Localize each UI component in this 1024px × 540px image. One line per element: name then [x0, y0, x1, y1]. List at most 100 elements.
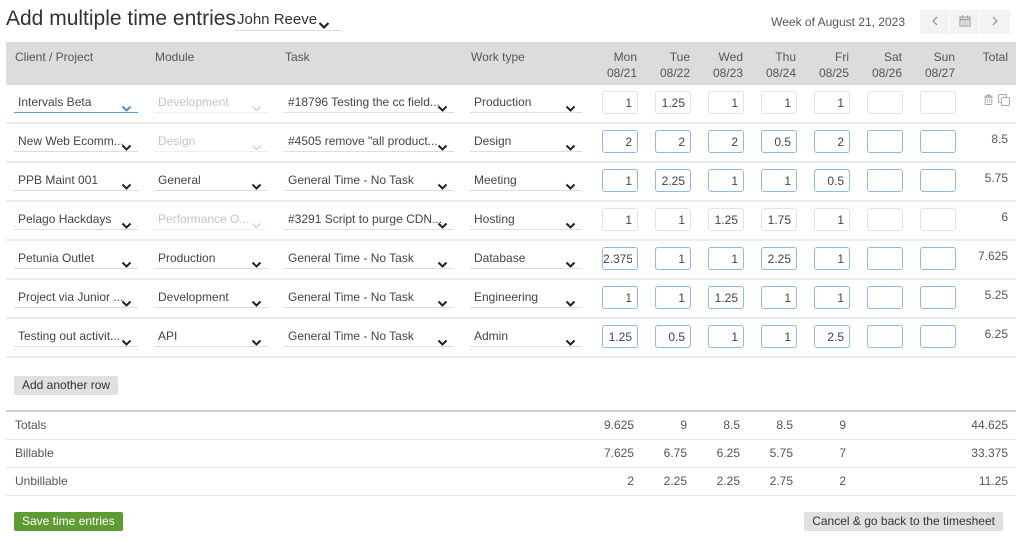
- hours-input-sun[interactable]: [920, 247, 956, 270]
- hours-input-tue[interactable]: [655, 169, 691, 192]
- save-time-entries-button[interactable]: Save time entries: [14, 512, 123, 531]
- hours-input-wed[interactable]: [708, 325, 744, 348]
- hours-input-tue[interactable]: [655, 247, 691, 270]
- client-project-select[interactable]: Pelago Hackdays: [14, 208, 138, 230]
- task-select[interactable]: General Time - No Task: [284, 169, 454, 191]
- work-type-value: Hosting: [474, 212, 515, 226]
- summary-day-value: [908, 440, 961, 467]
- task-select[interactable]: General Time - No Task: [284, 325, 454, 347]
- hours-cell: [802, 124, 855, 161]
- module-select[interactable]: General: [154, 169, 268, 191]
- day-name: Wed: [718, 50, 743, 64]
- hours-input-sun[interactable]: [920, 325, 956, 348]
- hours-input-tue[interactable]: [655, 91, 691, 114]
- hours-input-fri[interactable]: [814, 91, 850, 114]
- task-select[interactable]: General Time - No Task: [284, 286, 454, 308]
- hours-input-tue[interactable]: [655, 286, 691, 309]
- hours-input-sat[interactable]: [867, 325, 903, 348]
- trash-icon[interactable]: [984, 94, 993, 106]
- client-project-cell: Testing out activit...: [6, 319, 146, 356]
- hours-input-mon[interactable]: [602, 130, 638, 153]
- task-select[interactable]: #18796 Testing the cc field...: [284, 91, 454, 113]
- summary-row-totals: Totals 9.625 9 8.5 8.5 9 44.625: [6, 412, 1016, 440]
- cancel-button[interactable]: Cancel & go back to the timesheet: [804, 512, 1003, 531]
- hours-input-mon[interactable]: [602, 325, 638, 348]
- client-project-select[interactable]: Petunia Outlet: [14, 247, 138, 269]
- hours-cell: [643, 241, 696, 278]
- hours-cell: [802, 319, 855, 356]
- module-select[interactable]: Production: [154, 247, 268, 269]
- hours-input-thu[interactable]: [761, 91, 797, 114]
- hours-input-thu[interactable]: [761, 130, 797, 153]
- hours-input-wed[interactable]: [708, 286, 744, 309]
- hours-input-fri[interactable]: [814, 208, 850, 231]
- client-project-select[interactable]: Testing out activit...: [14, 325, 138, 347]
- table-row: Testing out activit... API General Time - …: [6, 319, 1016, 358]
- task-select[interactable]: General Time - No Task: [284, 247, 454, 269]
- hours-input-mon[interactable]: [602, 247, 638, 270]
- hours-input-sun[interactable]: [920, 91, 956, 114]
- hours-input-sat[interactable]: [867, 247, 903, 270]
- hours-input-wed[interactable]: [708, 91, 744, 114]
- work-type-select[interactable]: Database: [470, 247, 582, 269]
- hours-input-wed[interactable]: [708, 130, 744, 153]
- hours-input-sat[interactable]: [867, 91, 903, 114]
- hours-cell: [749, 85, 802, 122]
- hours-input-sat[interactable]: [867, 286, 903, 309]
- person-select[interactable]: John Reeve: [234, 9, 342, 31]
- add-another-row-button[interactable]: Add another row: [14, 376, 119, 395]
- task-select[interactable]: #4505 remove "all product...: [284, 130, 454, 152]
- hours-cell: [749, 163, 802, 200]
- hours-input-wed[interactable]: [708, 208, 744, 231]
- hours-input-fri[interactable]: [814, 286, 850, 309]
- calendar-button[interactable]: [950, 10, 980, 34]
- hours-input-sun[interactable]: [920, 130, 956, 153]
- hours-input-thu[interactable]: [761, 169, 797, 192]
- hours-input-wed[interactable]: [708, 169, 744, 192]
- work-type-select[interactable]: Production: [470, 91, 582, 113]
- module-cell: Performance O...: [146, 202, 276, 239]
- module-select[interactable]: Development: [154, 286, 268, 308]
- hours-input-mon[interactable]: [602, 169, 638, 192]
- work-type-select[interactable]: Hosting: [470, 208, 582, 230]
- hours-input-sun[interactable]: [920, 208, 956, 231]
- chevron-down-icon: [121, 332, 132, 346]
- module-select[interactable]: API: [154, 325, 268, 347]
- summary-day-value: 8.5: [776, 418, 793, 432]
- hours-input-sat[interactable]: [867, 208, 903, 231]
- hours-input-tue[interactable]: [655, 208, 691, 231]
- hours-input-fri[interactable]: [814, 247, 850, 270]
- hours-input-mon[interactable]: [602, 208, 638, 231]
- hours-input-fri[interactable]: [814, 130, 850, 153]
- copy-icon[interactable]: [998, 94, 1010, 106]
- hours-input-sun[interactable]: [920, 286, 956, 309]
- task-select[interactable]: #3291 Script to purge CDN...: [284, 208, 454, 230]
- client-project-select[interactable]: PPB Maint 001: [14, 169, 138, 191]
- row-total-cell: 5.25: [961, 280, 1016, 317]
- hours-input-thu[interactable]: [761, 286, 797, 309]
- client-project-select[interactable]: Project via Junior ...: [14, 286, 138, 308]
- work-type-select[interactable]: Admin: [470, 325, 582, 347]
- work-type-select[interactable]: Engineering: [470, 286, 582, 308]
- hours-input-thu[interactable]: [761, 325, 797, 348]
- hours-input-wed[interactable]: [708, 247, 744, 270]
- work-type-select[interactable]: Design: [470, 130, 582, 152]
- work-type-select[interactable]: Meeting: [470, 169, 582, 191]
- hours-input-fri[interactable]: [814, 169, 850, 192]
- next-week-button[interactable]: [980, 10, 1010, 34]
- hours-input-sun[interactable]: [920, 169, 956, 192]
- hours-input-thu[interactable]: [761, 208, 797, 231]
- previous-week-button[interactable]: [920, 10, 950, 34]
- hours-input-mon[interactable]: [602, 286, 638, 309]
- hours-input-fri[interactable]: [814, 325, 850, 348]
- column-header-day: Wed 08/23: [696, 42, 749, 85]
- hours-input-tue[interactable]: [655, 130, 691, 153]
- chevron-down-icon: [565, 137, 576, 151]
- client-project-select[interactable]: New Web Ecomm...: [14, 130, 138, 152]
- client-project-select[interactable]: Intervals Beta: [14, 91, 138, 113]
- hours-input-tue[interactable]: [655, 325, 691, 348]
- hours-input-sat[interactable]: [867, 130, 903, 153]
- hours-input-thu[interactable]: [761, 247, 797, 270]
- hours-input-mon[interactable]: [602, 91, 638, 114]
- hours-input-sat[interactable]: [867, 169, 903, 192]
